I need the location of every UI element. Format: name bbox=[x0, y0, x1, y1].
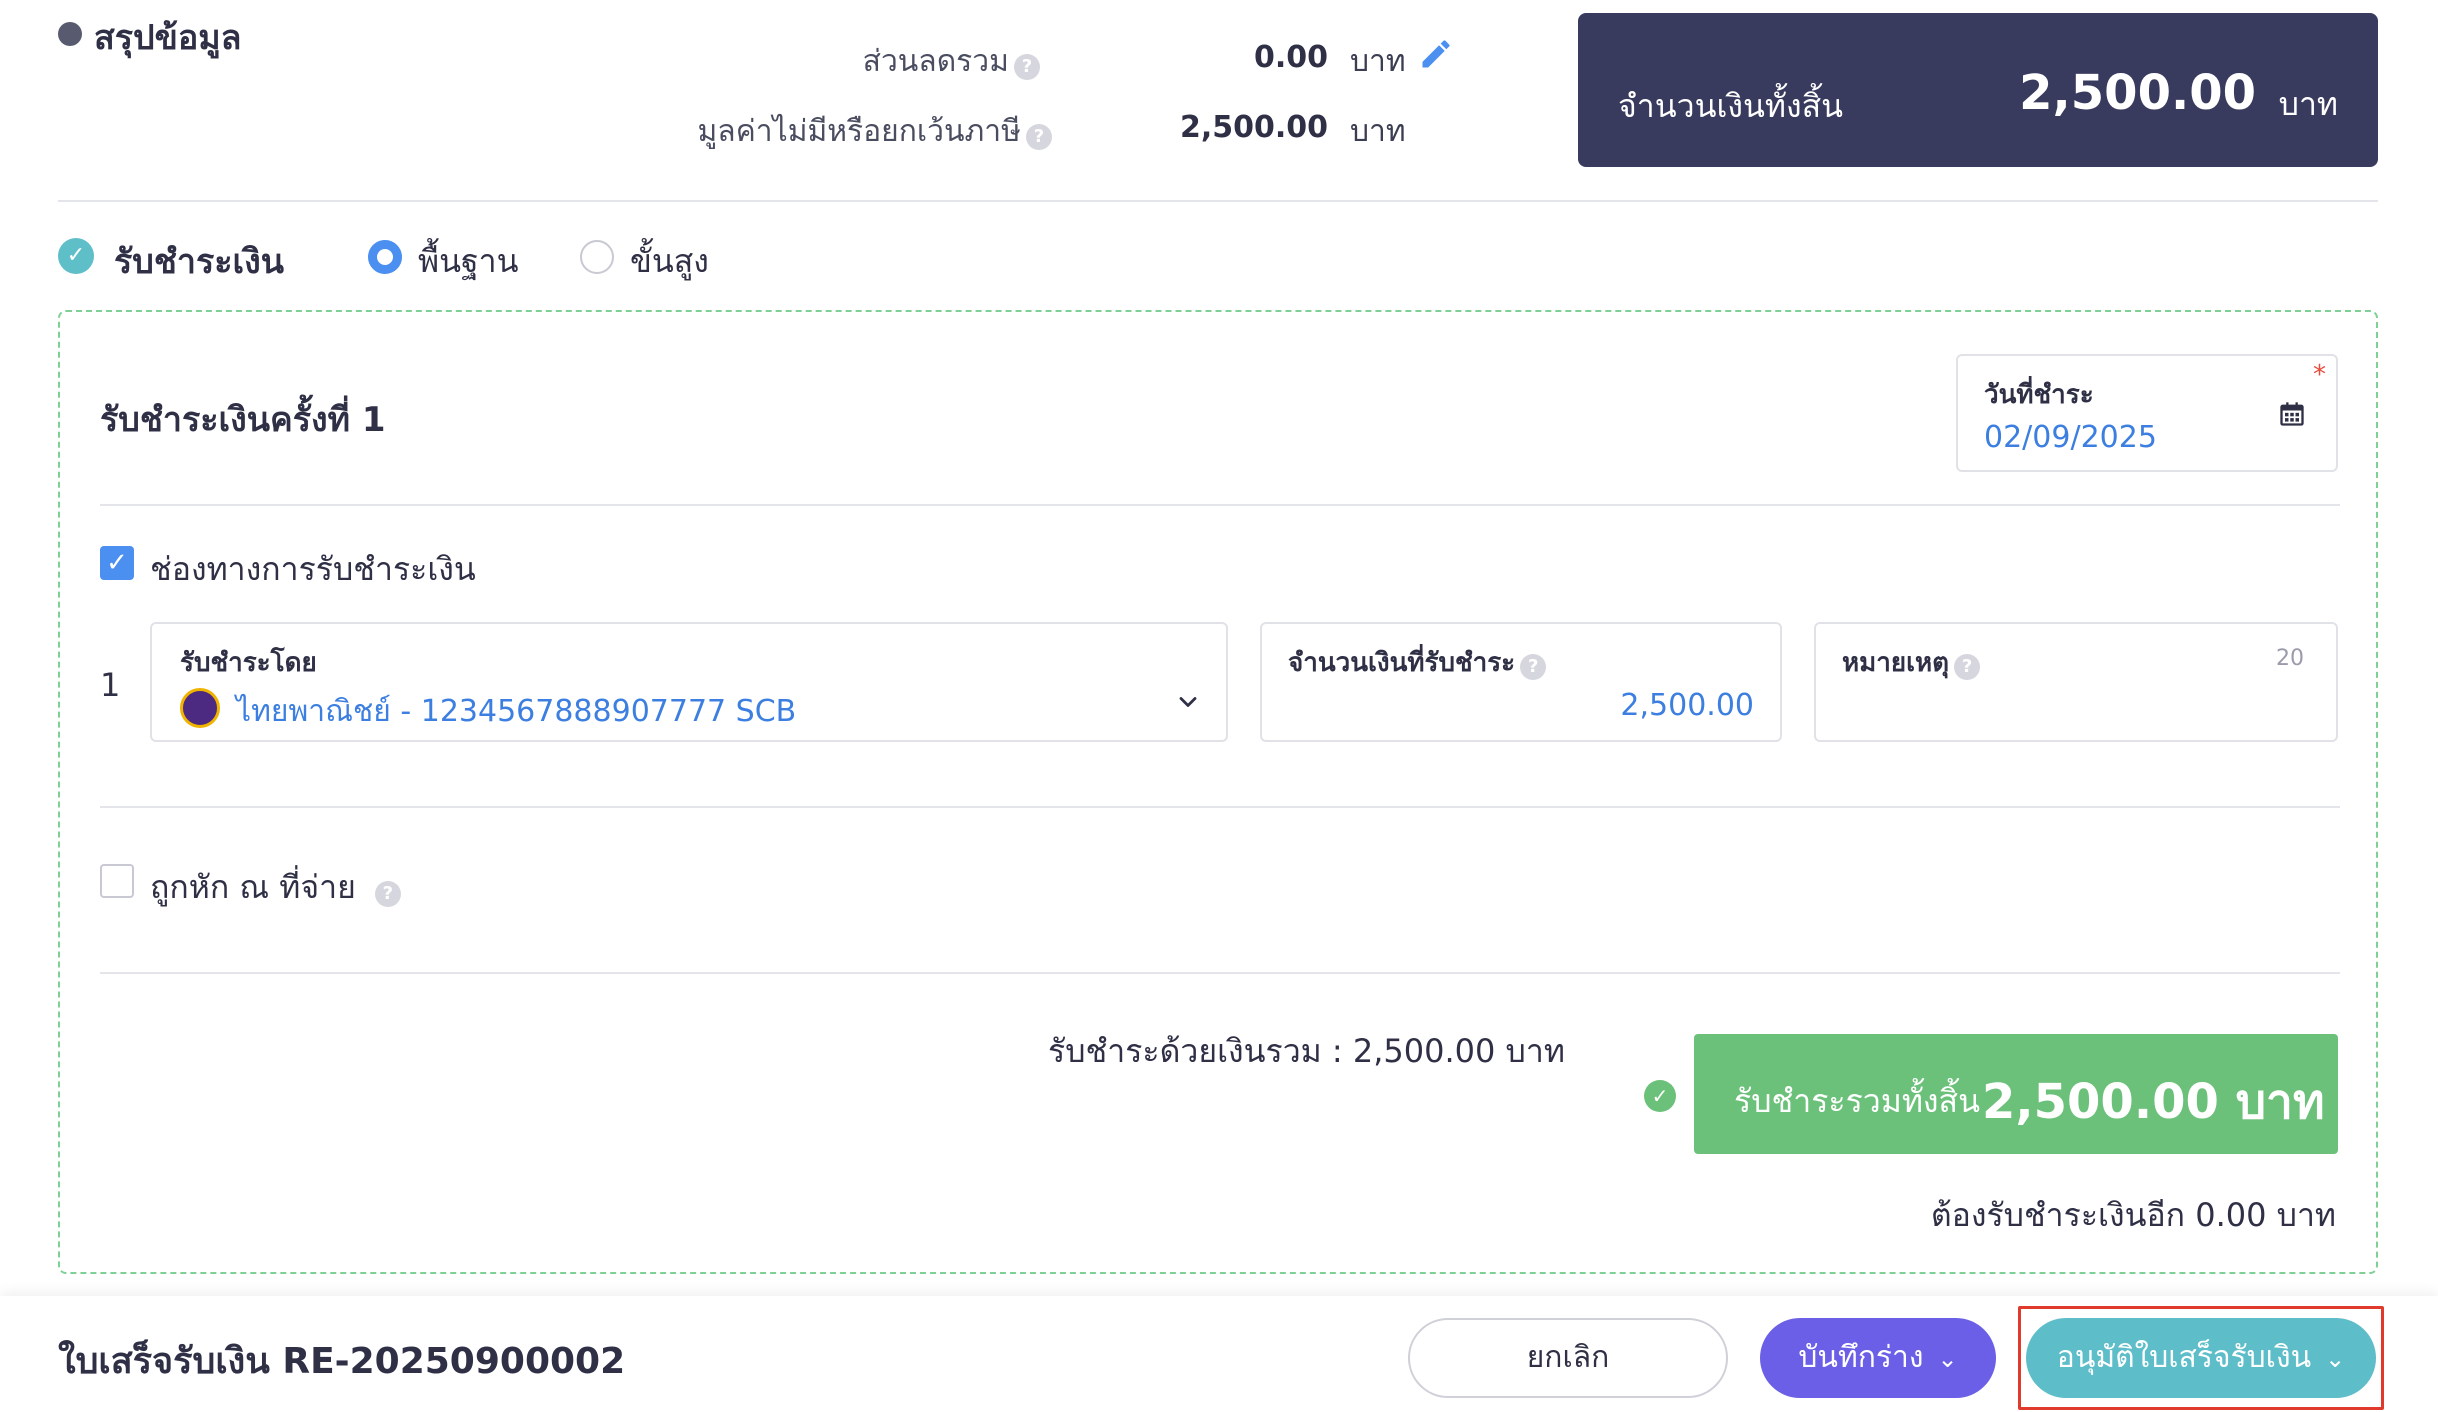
save-draft-label: บันทึกร่าง bbox=[1798, 1340, 1924, 1375]
payment-date-value[interactable]: 02/09/2025 bbox=[1984, 420, 2157, 455]
save-draft-button[interactable]: บันทึกร่าง ⌄ bbox=[1760, 1318, 1996, 1398]
divider bbox=[100, 504, 2340, 506]
total-paid-box: รับชำระรวมทั้งสิ้น 2,500.00 บาท bbox=[1694, 1034, 2338, 1154]
help-icon[interactable]: ? bbox=[1520, 653, 1547, 680]
radio-advanced-label[interactable]: ขั้นสูง bbox=[630, 236, 709, 287]
nonvat-row-label: มูลค่าไม่มีหรือยกเว้นภาษี ? bbox=[560, 108, 1052, 155]
radio-basic[interactable] bbox=[368, 240, 402, 274]
payment-amount-label: จำนวนเงินที่รับชำระ bbox=[1288, 648, 1516, 678]
payment-card: รับชำระเงินครั้งที่ 1 วันที่ชำระ * 02/09… bbox=[58, 310, 2378, 1274]
withholding-checkbox[interactable] bbox=[100, 864, 134, 898]
payment-method-label: รับชำระโดย bbox=[180, 648, 317, 678]
grand-total-box: จำนวนเงินทั้งสิ้น 2,500.00 บาท bbox=[1578, 13, 2378, 167]
approve-receipt-label: อนุมัติใบเสร็จรับเงิน bbox=[2056, 1340, 2312, 1375]
divider bbox=[58, 200, 2378, 202]
payment-amount-value[interactable]: 2,500.00 bbox=[1620, 688, 1754, 723]
summary-title: สรุปข้อมูล bbox=[94, 18, 242, 58]
row-index: 1 bbox=[100, 666, 121, 704]
document-title: ใบเสร็จรับเงิน RE-20250900002 bbox=[58, 1341, 626, 1382]
note-label-group: หมายเหตุ ? bbox=[1842, 642, 1981, 683]
grand-total-unit: บาท bbox=[2278, 85, 2338, 123]
payment-card-title: รับชำระเงินครั้งที่ 1 bbox=[100, 400, 386, 440]
nonvat-value: 2,500.00 bbox=[1179, 110, 1328, 145]
total-paid-label: รับชำระรวมทั้งสิ้น bbox=[1734, 1082, 1980, 1120]
help-icon[interactable]: ? bbox=[1014, 53, 1040, 80]
divider bbox=[100, 806, 2340, 808]
summary-bullet-icon bbox=[58, 22, 82, 46]
cancel-button[interactable]: ยกเลิก bbox=[1408, 1318, 1728, 1398]
chevron-down-icon: ⌄ bbox=[1937, 1345, 1958, 1373]
discount-row-label: ส่วนลดรวม ? bbox=[560, 38, 1040, 85]
calendar-icon[interactable] bbox=[2278, 400, 2306, 428]
withholding-label-group: ถูกหัก ณ ที่จ่าย ? bbox=[150, 862, 401, 913]
nonvat-unit: บาท bbox=[1350, 114, 1406, 149]
payment-method-value: ไทยพาณิชย์ - 1234567888907777 SCB bbox=[236, 694, 797, 729]
note-char-counter: 20 bbox=[2276, 646, 2304, 671]
grand-total-label: จำนวนเงินทั้งสิ้น bbox=[1618, 87, 1843, 125]
divider bbox=[100, 972, 2340, 974]
payment-date-field[interactable]: วันที่ชำระ * 02/09/2025 bbox=[1956, 354, 2338, 472]
payment-method-select[interactable]: รับชำระโดย ไทยพาณิชย์ - 1234567888907777… bbox=[150, 622, 1228, 742]
pencil-icon[interactable] bbox=[1418, 36, 1454, 72]
chevron-down-icon: ⌄ bbox=[2325, 1345, 2346, 1373]
help-icon[interactable]: ? bbox=[1026, 123, 1052, 150]
note-label: หมายเหตุ bbox=[1842, 648, 1950, 678]
approve-receipt-button[interactable]: อนุมัติใบเสร็จรับเงิน ⌄ bbox=[2026, 1318, 2376, 1398]
remaining-text: ต้องรับชำระเงินอีก 0.00 บาท bbox=[1930, 1196, 2336, 1234]
help-icon[interactable]: ? bbox=[374, 880, 401, 907]
discount-value: 0.00 bbox=[1253, 40, 1328, 75]
help-icon[interactable]: ? bbox=[1954, 653, 1981, 680]
bottom-action-bar: ใบเสร็จรับเงิน RE-20250900002 ยกเลิก บัน… bbox=[0, 1296, 2438, 1412]
radio-advanced[interactable] bbox=[580, 240, 614, 274]
total-paid-value: 2,500.00 บาท bbox=[1982, 1074, 2325, 1130]
channel-checkbox[interactable]: ✓ bbox=[100, 546, 134, 580]
note-field[interactable]: หมายเหตุ ? 20 bbox=[1814, 622, 2338, 742]
payment-amount-label-group: จำนวนเงินที่รับชำระ ? bbox=[1288, 642, 1547, 683]
check-circle-icon: ✓ bbox=[58, 238, 94, 274]
scb-bank-logo bbox=[180, 688, 220, 728]
nonvat-label: มูลค่าไม่มีหรือยกเว้นภาษี bbox=[697, 114, 1021, 149]
payment-date-label: วันที่ชำระ bbox=[1984, 380, 2094, 410]
chevron-down-icon[interactable] bbox=[1174, 688, 1202, 716]
radio-basic-label[interactable]: พื้นฐาน bbox=[418, 236, 518, 287]
channel-label: ช่องทางการรับชำระเงิน bbox=[150, 550, 476, 588]
discount-label: ส่วนลดรวม bbox=[862, 44, 1009, 79]
cash-total-text: รับชำระด้วยเงินรวม : 2,500.00 บาท bbox=[1048, 1032, 1565, 1070]
payment-amount-field[interactable]: จำนวนเงินที่รับชำระ ? 2,500.00 bbox=[1260, 622, 1782, 742]
payment-section-title: รับชำระเงิน bbox=[114, 242, 284, 282]
grand-total-value: 2,500.00 bbox=[2019, 65, 2256, 121]
withholding-label: ถูกหัก ณ ที่จ่าย bbox=[150, 868, 356, 906]
check-circle-icon: ✓ bbox=[1644, 1080, 1676, 1112]
discount-unit: บาท bbox=[1350, 44, 1406, 79]
required-mark: * bbox=[2313, 360, 2326, 390]
